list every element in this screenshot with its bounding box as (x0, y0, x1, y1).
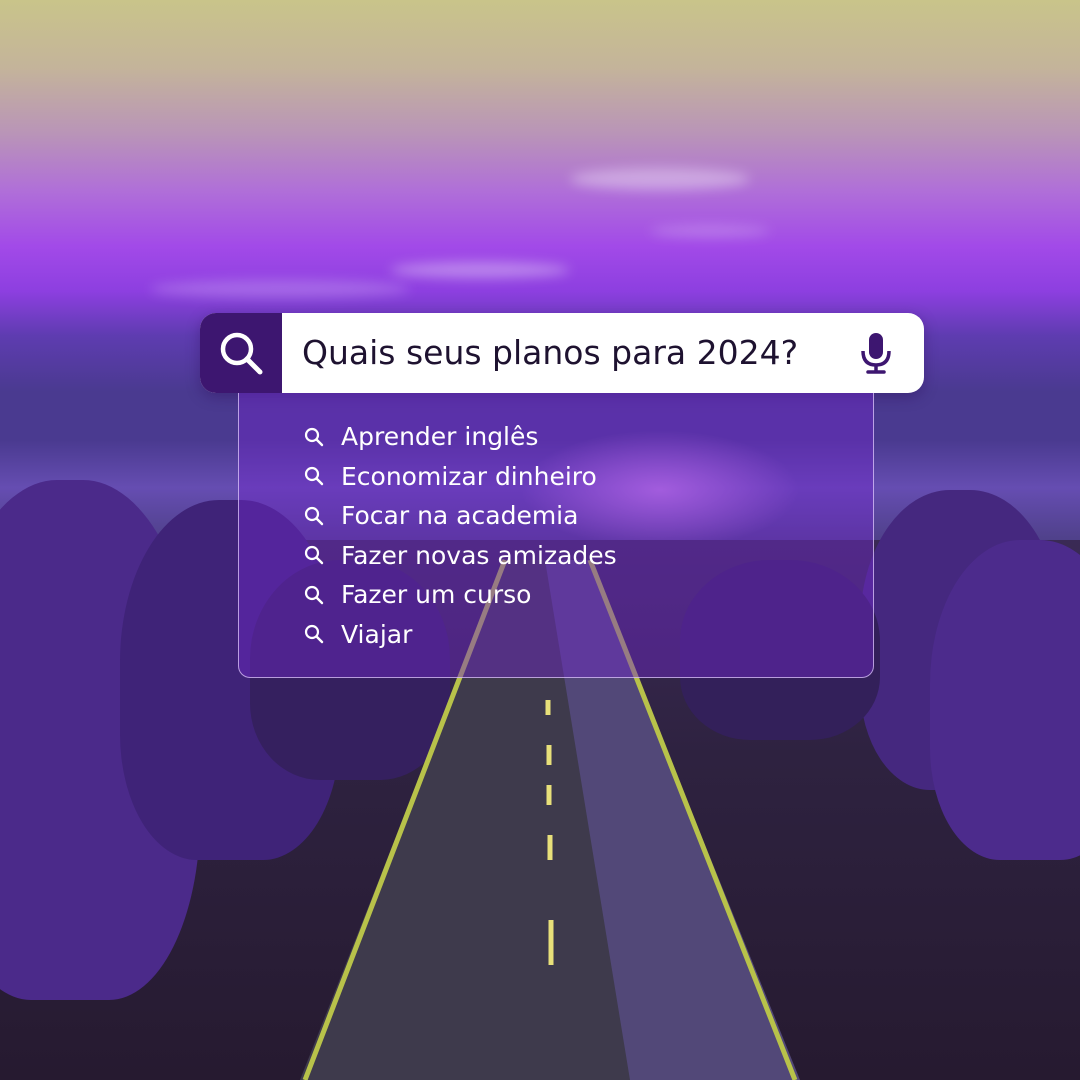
suggestion-label: Fazer um curso (341, 580, 532, 610)
search-icon (304, 467, 324, 486)
suggestion-item[interactable]: Economizar dinheiro (303, 457, 617, 497)
search-icon (304, 506, 324, 525)
suggestion-label: Focar na academia (341, 501, 579, 531)
suggestion-item[interactable]: Fazer novas amizades (303, 536, 617, 576)
suggestion-item[interactable]: Viajar (303, 615, 617, 655)
suggestion-label: Economizar dinheiro (341, 461, 597, 491)
suggestion-label: Aprender inglês (341, 422, 539, 452)
suggestion-item[interactable]: Aprender inglês (303, 417, 617, 457)
search-icon (220, 332, 263, 375)
suggestion-item[interactable]: Fazer um curso (303, 575, 617, 615)
search-button[interactable] (200, 313, 282, 393)
suggestion-label: Fazer novas amizades (341, 540, 617, 570)
search-icon (304, 546, 324, 565)
suggestion-label: Viajar (341, 619, 413, 649)
search-icon (304, 427, 324, 446)
microphone-icon[interactable] (858, 331, 894, 375)
suggestions-list: Aprender inglês Economizar dinheiro Foca… (303, 417, 617, 654)
suggestion-item[interactable]: Focar na academia (303, 496, 617, 536)
search-icon (304, 585, 324, 604)
search-query[interactable]: Quais seus planos para 2024? (302, 313, 798, 393)
search-bar[interactable]: Quais seus planos para 2024? (200, 313, 924, 393)
search-icon (304, 625, 324, 644)
suggestions-dropdown: Aprender inglês Economizar dinheiro Foca… (238, 393, 874, 678)
